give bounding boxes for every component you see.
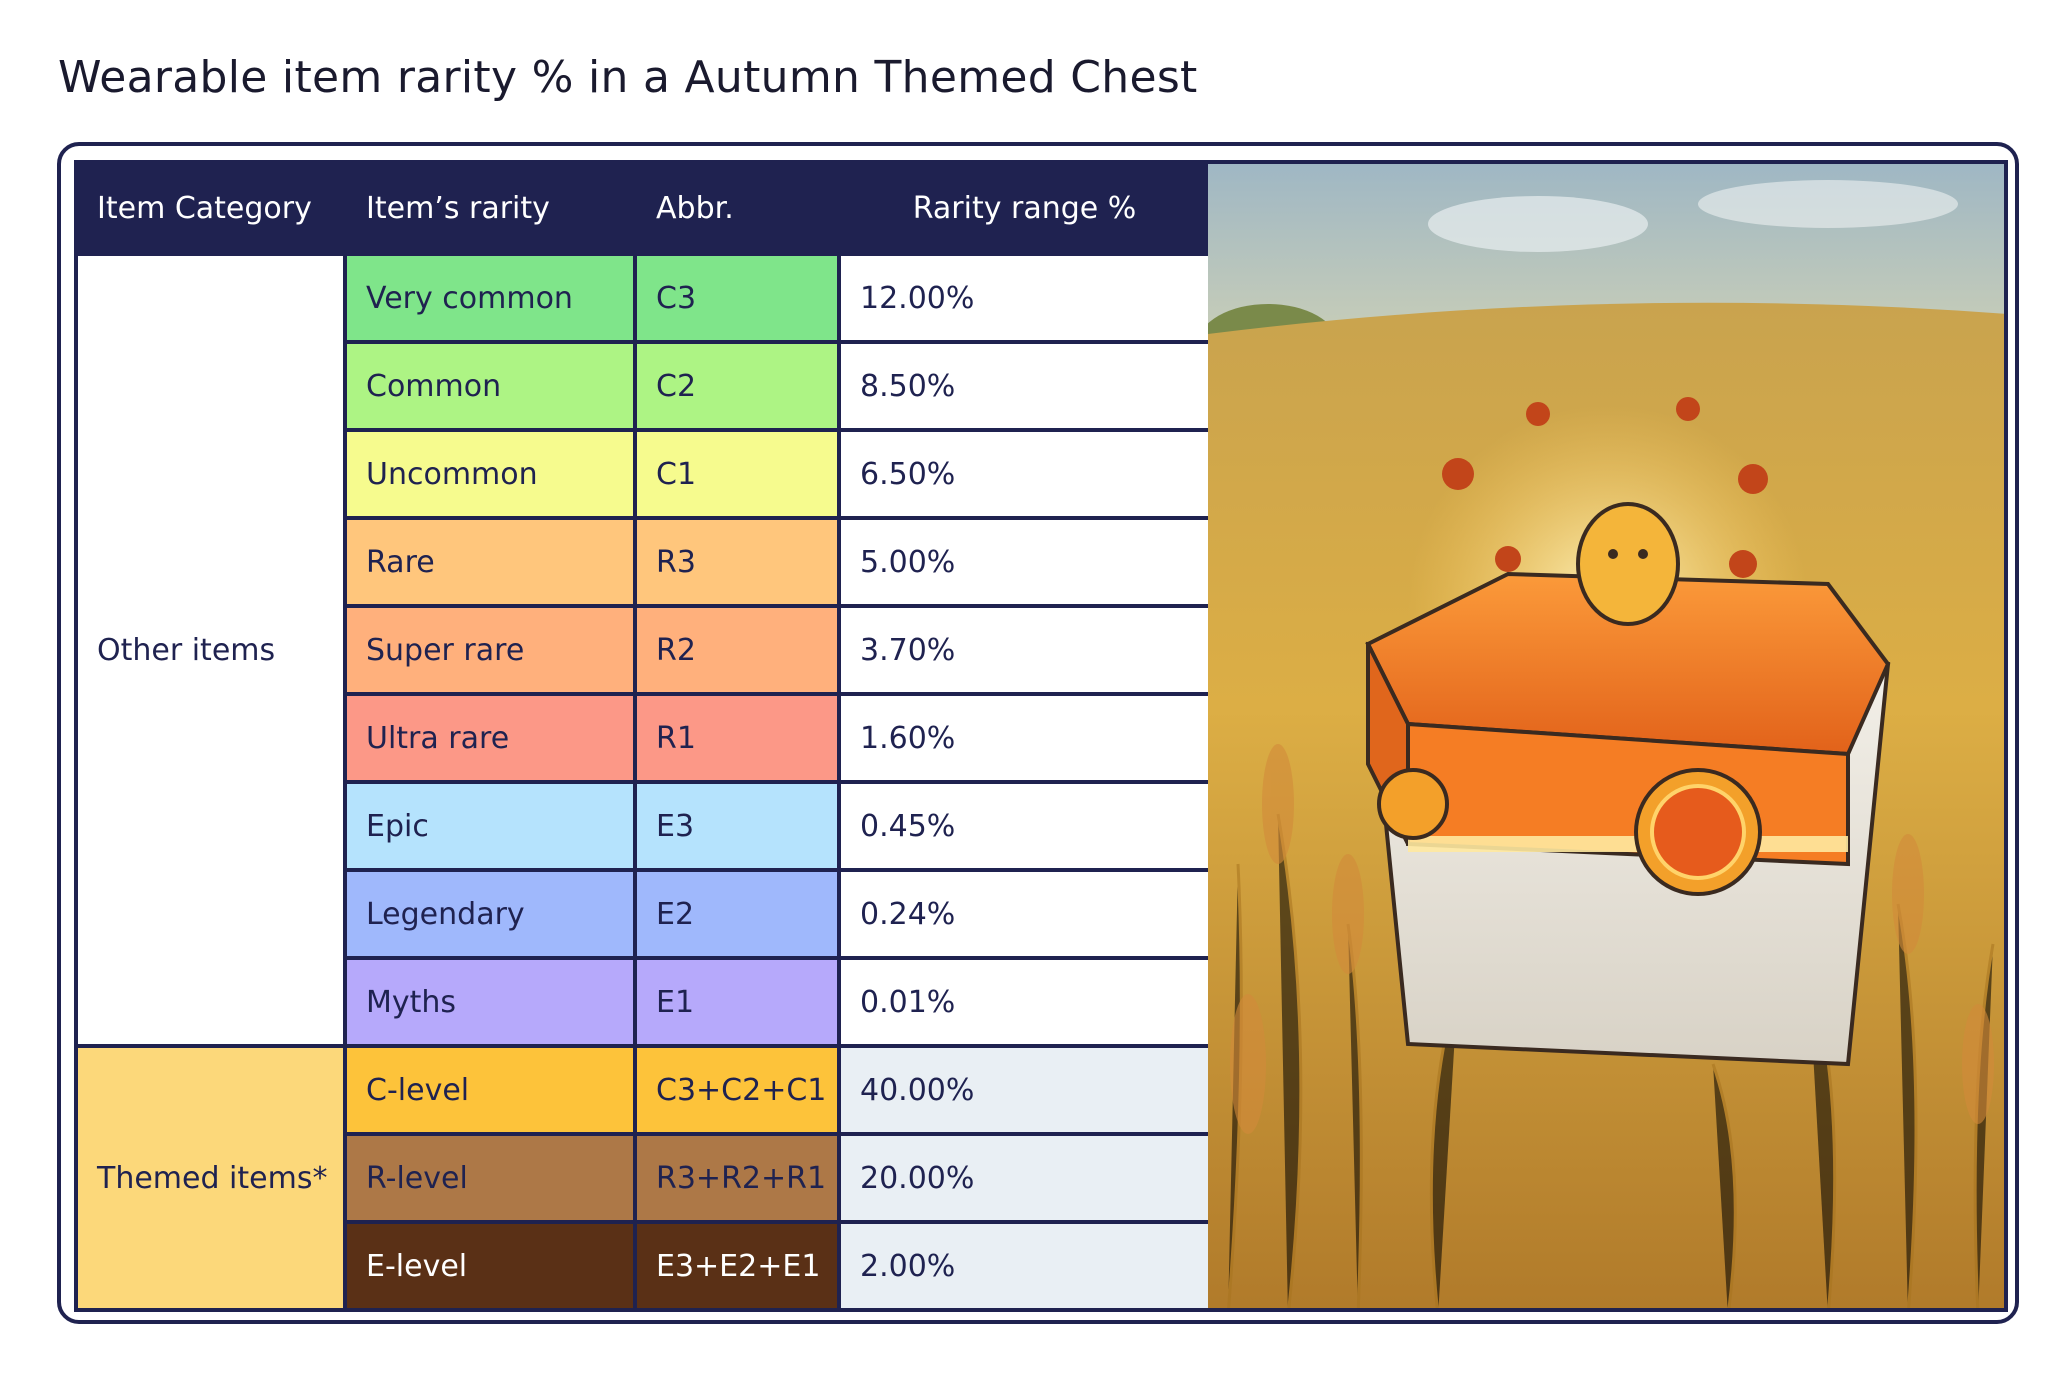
page-title: Wearable item rarity % in a Autumn Theme…: [58, 52, 1198, 103]
rarity-range-cell: 2.00%: [837, 1220, 1212, 1312]
abbr-cell: C3: [633, 252, 841, 344]
abbr-cell: E3: [633, 780, 841, 872]
header-item-category: Item Category: [74, 160, 347, 256]
rarity-table-container: Item Category Item’s rarity Abbr. Rarity…: [74, 160, 1212, 1312]
rarity-cell: Super rare: [343, 604, 637, 696]
rarity-cell: Rare: [343, 516, 637, 608]
rarity-range-cell: 12.00%: [837, 252, 1212, 344]
rarity-range-cell: 3.70%: [837, 604, 1212, 696]
rarity-range-cell: 0.01%: [837, 956, 1212, 1048]
category-cell: Other items: [74, 252, 347, 1048]
rarity-cell: Legendary: [343, 868, 637, 960]
table-row: Other items Very common C3 12.00%: [74, 252, 1212, 1048]
abbr-cell: C3+C2+C1: [633, 1044, 841, 1136]
header-item-rarity: Item’s rarity: [343, 160, 637, 256]
rarity-cell: Ultra rare: [343, 692, 637, 784]
rarity-range-cell: 6.50%: [837, 428, 1212, 520]
rarity-range-cell: 0.24%: [837, 868, 1212, 960]
rarity-range-cell: 5.00%: [837, 516, 1212, 608]
rarity-cell: Epic: [343, 780, 637, 872]
rarity-cell: Myths: [343, 956, 637, 1048]
rarity-range-cell: 8.50%: [837, 340, 1212, 432]
header-rarity-range: Rarity range %: [837, 160, 1212, 256]
abbr-cell: C2: [633, 340, 841, 432]
header-abbr: Abbr.: [633, 160, 841, 256]
table-header-row: Item Category Item’s rarity Abbr. Rarity…: [74, 160, 1212, 256]
rarity-cell: Common: [343, 340, 637, 432]
rarity-cell: Very common: [343, 252, 637, 344]
rarity-cell: E-level: [343, 1220, 637, 1312]
autumn-chest-illustration: [1208, 160, 2008, 1312]
rarity-cell: Uncommon: [343, 428, 637, 520]
table-body: Other items Very common C3 12.00% Common C2 8.…: [74, 252, 1212, 1312]
abbr-cell: E3+E2+E1: [633, 1220, 841, 1312]
abbr-cell: R2: [633, 604, 841, 696]
rarity-range-cell: 0.45%: [837, 780, 1212, 872]
table-row: Themed items* C-level C3+C2+C1 40.00%: [74, 1044, 1212, 1312]
category-cell: Themed items*: [74, 1044, 347, 1312]
rarity-cell: R-level: [343, 1132, 637, 1224]
abbr-cell: R3+R2+R1: [633, 1132, 841, 1224]
abbr-cell: R3: [633, 516, 841, 608]
rarity-range-cell: 1.60%: [837, 692, 1212, 784]
autumn-chest-icon: [1208, 164, 2004, 1308]
rarity-cell: C-level: [343, 1044, 637, 1136]
rarity-range-cell: 40.00%: [837, 1044, 1212, 1136]
abbr-cell: R1: [633, 692, 841, 784]
abbr-cell: C1: [633, 428, 841, 520]
rarity-range-cell: 20.00%: [837, 1132, 1212, 1224]
rarity-table: Item Category Item’s rarity Abbr. Rarity…: [74, 160, 1212, 1312]
abbr-cell: E2: [633, 868, 841, 960]
abbr-cell: E1: [633, 956, 841, 1048]
